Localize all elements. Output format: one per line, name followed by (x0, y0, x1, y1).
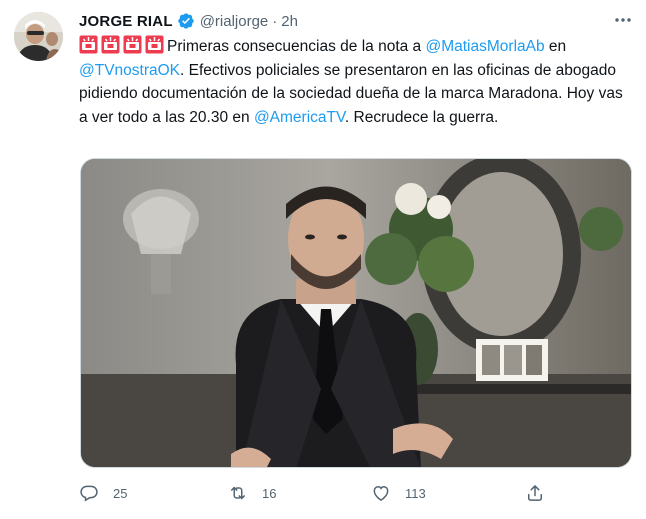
retweet-icon (231, 486, 245, 500)
heart-icon (373, 485, 389, 501)
verified-badge-icon (177, 12, 195, 30)
tweet-text-part: Primeras consecuencias de la nota a (167, 38, 426, 55)
tweet-header: JORGE RIAL @rialjorge · 2h (79, 10, 298, 32)
mention-link[interactable]: @AmericaTV (254, 109, 345, 126)
tweet-text: Primeras consecuencias de la nota a @Mat… (79, 35, 624, 129)
like-button[interactable]: 113 (371, 482, 426, 504)
tweet-text-part: . Recrudece la guerra. (344, 108, 499, 126)
reply-button[interactable]: 25 (79, 482, 127, 504)
share-button[interactable] (525, 482, 545, 504)
reply-icon (80, 485, 98, 502)
mention-link[interactable]: @MatiasMorlaAb (425, 38, 544, 55)
author-display-name[interactable]: JORGE RIAL (79, 13, 173, 30)
tweet-text-part: en (544, 38, 567, 55)
police-car-light-icon (101, 35, 120, 54)
mention-link[interactable]: @TVnostraOK (79, 62, 180, 79)
tweet-card[interactable]: JORGE RIAL @rialjorge · 2h Primeras cons… (0, 0, 646, 519)
police-car-light-icon (145, 35, 164, 54)
avatar[interactable] (14, 12, 63, 61)
tweet-actions-bar: 25 16 113 (79, 482, 599, 504)
retweet-button[interactable]: 16 (228, 482, 276, 504)
header-separator: · (272, 12, 278, 30)
police-light-emoji-group (79, 35, 167, 55)
retweet-count: 16 (262, 485, 277, 501)
author-handle[interactable]: @rialjorge (200, 13, 269, 30)
tweet-media-photo[interactable] (80, 158, 632, 468)
reply-count: 25 (113, 485, 128, 501)
more-options-icon[interactable] (612, 10, 634, 30)
share-icon (528, 485, 542, 501)
police-car-light-icon (79, 35, 98, 54)
like-count: 113 (405, 485, 426, 501)
tweet-timestamp[interactable]: 2h (281, 13, 298, 30)
police-car-light-icon (123, 35, 142, 54)
